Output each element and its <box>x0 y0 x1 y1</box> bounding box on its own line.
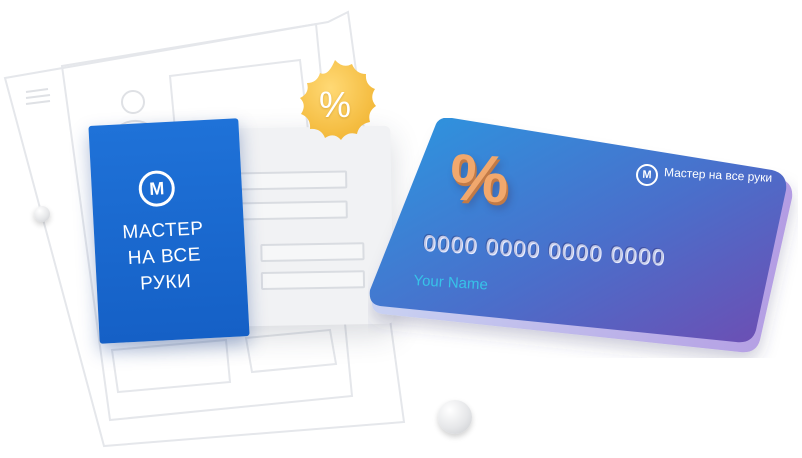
promo-illustration: % M МАСТЕР НА ВСЕ РУКИ % M Мастер на все… <box>0 0 802 458</box>
decorative-dot <box>34 206 50 222</box>
brand-tag: M МАСТЕР НА ВСЕ РУКИ <box>88 118 250 344</box>
hamburger-menu-icon <box>25 88 51 105</box>
decorative-dot <box>438 400 472 434</box>
brand-tag-line: РУКИ <box>139 270 192 295</box>
form-field <box>260 242 365 263</box>
card-percent-label: % <box>448 139 511 217</box>
form-field <box>260 270 366 291</box>
brand-tag-text: МАСТЕР НА ВСЕ РУКИ <box>107 215 221 299</box>
m-circle-icon: M <box>137 169 176 208</box>
